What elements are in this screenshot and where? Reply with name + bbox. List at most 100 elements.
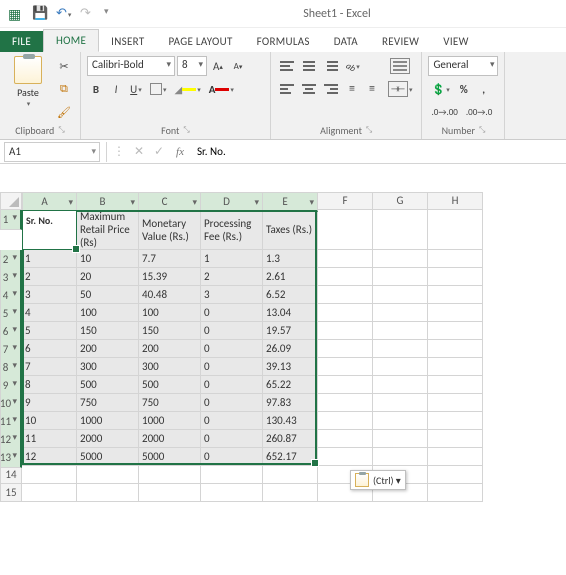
col-head-g[interactable]: G	[373, 192, 428, 210]
cell[interactable]: 652.17	[263, 448, 318, 466]
cell[interactable]: 260.87	[263, 430, 318, 448]
row-head[interactable]: 6	[0, 322, 22, 342]
cell[interactable]: 1	[22, 250, 77, 268]
cell[interactable]: 200	[139, 340, 201, 358]
cell[interactable]: 11	[22, 430, 77, 448]
cell[interactable]: 7	[22, 358, 77, 376]
cell[interactable]: 4	[22, 304, 77, 322]
cell[interactable]: 6	[22, 340, 77, 358]
cell[interactable]: 1000	[139, 412, 201, 430]
cell[interactable]: 7.7	[139, 250, 201, 268]
save-icon[interactable]: 💾	[32, 6, 48, 22]
worksheet[interactable]: A B C D E F G H 1Sr. No.Maximum Retail P…	[0, 192, 566, 502]
row-head[interactable]: 12	[0, 430, 22, 450]
formula-more-button[interactable]: ⋮	[109, 144, 129, 159]
cell[interactable]: 1000	[77, 412, 139, 430]
col-head-d[interactable]: D	[201, 192, 263, 212]
cell[interactable]: 65.22	[263, 376, 318, 394]
cell[interactable]: 2	[22, 268, 77, 286]
row-head[interactable]: 7	[0, 340, 22, 360]
row-head[interactable]: 13	[0, 448, 22, 468]
cell[interactable]: 750	[139, 394, 201, 412]
cell[interactable]: 150	[139, 322, 201, 340]
wrap-text-button[interactable]	[385, 56, 416, 76]
format-painter-button[interactable]: 🖌	[54, 102, 74, 122]
row-head[interactable]: 11	[0, 412, 22, 432]
select-all-corner[interactable]	[0, 192, 22, 210]
number-dialog-launcher[interactable]: ⤡	[479, 125, 485, 135]
tab-data[interactable]: DATA	[322, 31, 370, 52]
font-dialog-launcher[interactable]: ⤡	[183, 125, 189, 135]
align-top-button[interactable]	[277, 56, 297, 76]
cell[interactable]: 8	[22, 376, 77, 394]
cell[interactable]: 500	[77, 376, 139, 394]
cell[interactable]: 2000	[139, 430, 201, 448]
row-head[interactable]: 3	[0, 268, 22, 288]
cell[interactable]: 0	[201, 412, 263, 430]
cell[interactable]: 3	[22, 286, 77, 304]
cell[interactable]: 6.52	[263, 286, 318, 304]
name-box[interactable]: A1	[4, 142, 100, 162]
row-head[interactable]: 10	[0, 394, 22, 414]
cell[interactable]: 12	[22, 448, 77, 466]
cell[interactable]: 0	[201, 304, 263, 322]
cell[interactable]: Processing Fee (Rs.)	[201, 210, 263, 250]
cell[interactable]: 0	[201, 376, 263, 394]
increase-indent-button[interactable]	[363, 79, 381, 99]
cell[interactable]: 5000	[77, 448, 139, 466]
formula-input[interactable]	[191, 143, 566, 160]
bold-button[interactable]: B	[87, 79, 105, 99]
cell[interactable]: 1	[201, 250, 263, 268]
tab-review[interactable]: REVIEW	[370, 31, 431, 52]
cell[interactable]: 97.83	[263, 394, 318, 412]
cell[interactable]: 5000	[139, 448, 201, 466]
cell[interactable]: 500	[139, 376, 201, 394]
cell[interactable]: 300	[77, 358, 139, 376]
font-size-select[interactable]: 8	[177, 56, 207, 76]
col-head-a[interactable]: A	[22, 192, 77, 212]
cell[interactable]: 1.3	[263, 250, 318, 268]
cell[interactable]: 100	[139, 304, 201, 322]
alignment-dialog-launcher[interactable]: ⤡	[366, 125, 372, 135]
cell[interactable]: 20	[77, 268, 139, 286]
row-head[interactable]: 9	[0, 376, 22, 396]
row-head[interactable]: 4	[0, 286, 22, 306]
cell[interactable]: 0	[201, 340, 263, 358]
tab-view[interactable]: VIEW	[431, 31, 480, 52]
font-name-select[interactable]: Calibri-Bold	[87, 56, 175, 76]
cell[interactable]: 40.48	[139, 286, 201, 304]
increase-font-button[interactable]: A▴	[209, 56, 227, 76]
tab-page-layout[interactable]: PAGE LAYOUT	[156, 31, 244, 52]
cell[interactable]: 150	[77, 322, 139, 340]
comma-format-button[interactable]: ,	[475, 79, 493, 99]
tab-file[interactable]: FILE	[0, 31, 43, 52]
cell[interactable]: 2.61	[263, 268, 318, 286]
cell[interactable]: 0	[201, 430, 263, 448]
underline-button[interactable]: U▾	[127, 79, 145, 99]
cell[interactable]: 39.13	[263, 358, 318, 376]
cell[interactable]: 9	[22, 394, 77, 412]
paste-options-button[interactable]: (Ctrl) ▾	[350, 470, 406, 490]
cell[interactable]: 50	[77, 286, 139, 304]
cell[interactable]: 0	[201, 322, 263, 340]
cell[interactable]: 15.39	[139, 268, 201, 286]
cell[interactable]: 750	[77, 394, 139, 412]
clipboard-dialog-launcher[interactable]: ⤡	[58, 125, 64, 135]
align-bottom-button[interactable]	[321, 56, 341, 76]
decrease-indent-button[interactable]	[343, 79, 361, 99]
decrease-decimal-button[interactable]: .00→.0	[463, 102, 495, 122]
row-head[interactable]: 15	[0, 484, 22, 502]
tab-insert[interactable]: INSERT	[99, 31, 156, 52]
copy-button[interactable]: ⧉	[54, 79, 74, 99]
orientation-button[interactable]: ▾	[343, 56, 363, 76]
qat-customize-icon[interactable]: ▾	[104, 6, 120, 22]
increase-decimal-button[interactable]: .0→.00	[428, 102, 460, 122]
cell[interactable]: 100	[77, 304, 139, 322]
cell[interactable]: Monetary Value (Rs.)	[139, 210, 201, 250]
cell[interactable]: Taxes (Rs.)	[263, 210, 318, 250]
cell[interactable]: 0	[201, 358, 263, 376]
cell[interactable]: 26.09	[263, 340, 318, 358]
number-format-select[interactable]: General	[428, 56, 498, 76]
col-head-b[interactable]: B	[77, 192, 139, 212]
paste-button[interactable]: Paste ▾	[6, 56, 50, 108]
